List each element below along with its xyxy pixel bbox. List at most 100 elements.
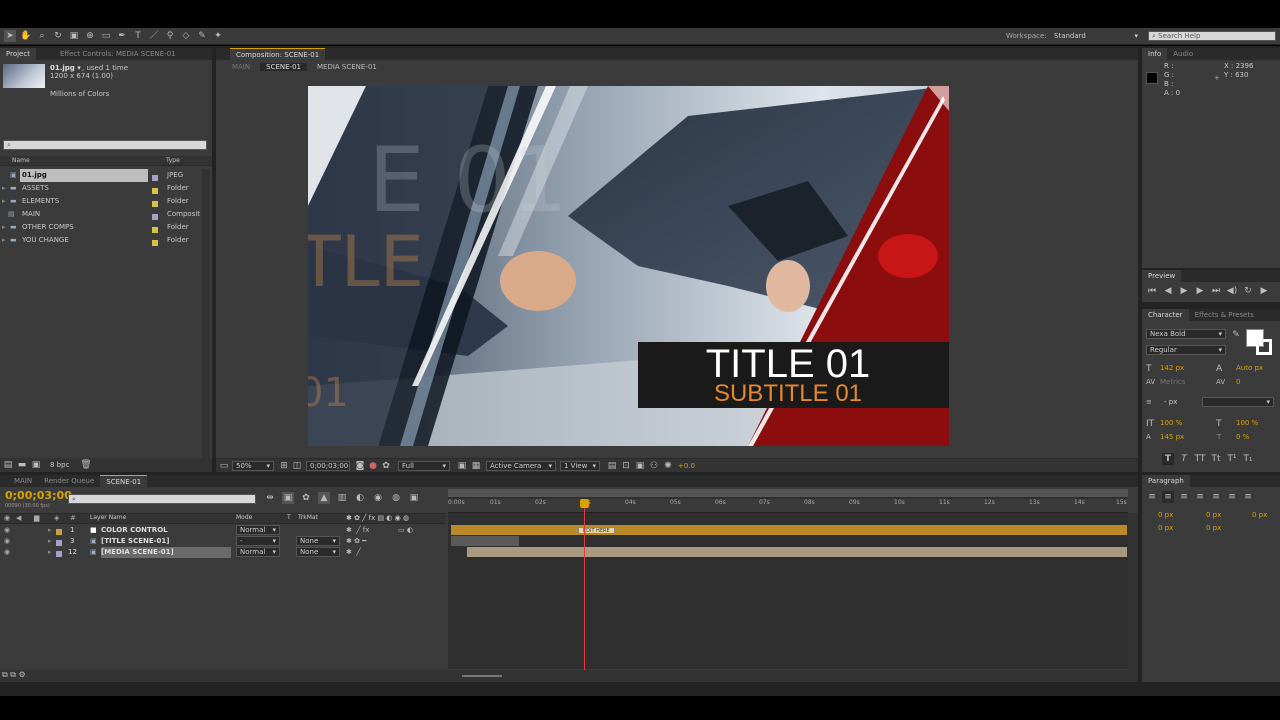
- layer-switches[interactable]: ✱ ╱: [346, 547, 361, 558]
- align-left-icon[interactable]: ≡: [1146, 491, 1158, 503]
- pixel-aspect-icon[interactable]: ▤: [606, 460, 618, 472]
- col-type[interactable]: Type: [166, 157, 180, 164]
- leading-value[interactable]: Auto px: [1236, 364, 1263, 372]
- hand-tool-icon[interactable]: ✋: [20, 30, 32, 42]
- rectangle-tool-icon[interactable]: ▭: [100, 30, 112, 42]
- indent-right-value[interactable]: 0 px: [1206, 511, 1221, 519]
- selection-tool-icon[interactable]: ➤: [4, 30, 16, 42]
- eye-icon[interactable]: ◉: [4, 547, 10, 558]
- kerning-value[interactable]: Metrics: [1160, 378, 1185, 386]
- zoom-tool-icon[interactable]: ⌕: [36, 30, 48, 42]
- expand-arrow-icon[interactable]: ▸: [2, 182, 6, 195]
- faux-italic-icon[interactable]: T: [1178, 453, 1190, 465]
- justify-all-icon[interactable]: ≡: [1242, 491, 1254, 503]
- region-interest-icon[interactable]: ▣: [456, 460, 468, 472]
- tab-render-queue[interactable]: Render Queue: [38, 475, 100, 487]
- show-snapshot-icon[interactable]: ●: [367, 460, 379, 472]
- frame-blending-icon[interactable]: ▥: [336, 492, 348, 504]
- font-style-select[interactable]: Regular ▾: [1146, 345, 1226, 355]
- adjustment-icon[interactable]: ▭ ◐: [398, 525, 413, 536]
- hide-shy-icon[interactable]: ▲: [318, 492, 330, 504]
- zoom-slider[interactable]: [462, 675, 502, 677]
- col-mode[interactable]: Mode: [236, 514, 252, 521]
- time-ruler[interactable]: 0:00s 01s 02s 03s 04s 05s 06s 07s 08s 09…: [448, 499, 1128, 513]
- list-item[interactable]: ▸ ▬ OTHER COMPS Folder: [0, 221, 212, 234]
- tab-main[interactable]: MAIN: [0, 475, 38, 487]
- search-help-input[interactable]: ⌕ Search Help: [1148, 31, 1276, 41]
- tab-info[interactable]: Info: [1142, 48, 1168, 60]
- pan-behind-icon[interactable]: ⊕: [84, 30, 96, 42]
- eye-icon[interactable]: ◉: [4, 536, 10, 547]
- align-right-icon[interactable]: ≡: [1178, 491, 1190, 503]
- crumb-media[interactable]: MEDIA SCENE-01: [317, 63, 377, 71]
- space-before-value[interactable]: 0 px: [1158, 524, 1173, 532]
- indent-first-value[interactable]: 0 px: [1252, 511, 1267, 519]
- motion-blur-icon[interactable]: ◐: [354, 492, 366, 504]
- horizontal-scale-value[interactable]: 100 %: [1236, 419, 1258, 427]
- list-item[interactable]: ▸ ▬ ASSETS Folder: [0, 182, 212, 195]
- draft-3d-icon[interactable]: ✿: [300, 492, 312, 504]
- layer-row[interactable]: ◉ ▸ 12 ▣ [MEDIA SCENE-01] Normal ▾ None ▾ …: [0, 547, 446, 558]
- tsume-value[interactable]: 0 %: [1236, 433, 1249, 441]
- rotate-tool-icon[interactable]: ↻: [52, 30, 64, 42]
- clone-stamp-icon[interactable]: ⚲: [164, 30, 176, 42]
- subscript-icon[interactable]: T₁: [1242, 453, 1254, 465]
- comp-viewer[interactable]: E 01 TLE 01 TITLE 01 SUBTITLE 01: [308, 86, 949, 446]
- tab-character[interactable]: Character: [1142, 309, 1189, 321]
- camera-tool-icon[interactable]: ▣: [68, 30, 80, 42]
- always-preview-icon[interactable]: ▭: [218, 460, 230, 472]
- audio-icon[interactable]: ◀: [16, 514, 21, 522]
- stroke-fill-select[interactable]: ▾: [1202, 397, 1274, 407]
- trkmat-select[interactable]: None ▾: [296, 547, 340, 557]
- list-item[interactable]: ▣ 01.jpg JPEG: [0, 169, 212, 182]
- list-item[interactable]: ▸ ▬ ELEMENTS Folder: [0, 195, 212, 208]
- tab-composition[interactable]: Composition: SCENE-01: [230, 48, 326, 60]
- type-tool-icon[interactable]: T: [132, 30, 144, 42]
- last-frame-icon[interactable]: ⏭: [1210, 285, 1222, 297]
- indent-left-value[interactable]: 0 px: [1158, 511, 1173, 519]
- expand-arrow-icon[interactable]: ▸: [48, 536, 52, 547]
- crumb-main[interactable]: MAIN: [232, 63, 250, 71]
- tab-effect-controls[interactable]: Effect Controls: MEDIA SCENE-01: [36, 48, 182, 60]
- col-layer-name[interactable]: Layer Name: [90, 514, 126, 521]
- timeline-scrollbar[interactable]: [1128, 513, 1138, 673]
- mode-select[interactable]: - ▾: [236, 536, 280, 546]
- tab-audio[interactable]: Audio: [1167, 48, 1199, 60]
- work-area-bar[interactable]: [448, 489, 1128, 497]
- file-name[interactable]: 01.jpg ▾: [50, 64, 81, 72]
- eye-icon[interactable]: ◉: [4, 525, 10, 536]
- expand-arrow-icon[interactable]: ▸: [2, 221, 6, 234]
- align-center-icon[interactable]: ≡: [1162, 491, 1174, 503]
- lock-icon[interactable]: ▆: [34, 514, 39, 522]
- expand-arrow-icon[interactable]: ▸: [48, 547, 52, 558]
- tab-paragraph[interactable]: Paragraph: [1142, 475, 1190, 487]
- prev-frame-icon[interactable]: ◀: [1162, 285, 1174, 297]
- expand-arrow-icon[interactable]: ▸: [2, 234, 6, 247]
- exposure-value[interactable]: +0.0: [678, 462, 695, 470]
- eraser-tool-icon[interactable]: ◇: [180, 30, 192, 42]
- timeline-timecode[interactable]: 0;00;03;00: [5, 489, 72, 502]
- fast-preview-icon[interactable]: ⊡: [620, 460, 632, 472]
- loop-icon[interactable]: ↻: [1242, 285, 1254, 297]
- next-frame-icon[interactable]: ▶: [1194, 285, 1206, 297]
- view-layout-select[interactable]: 1 View ▾: [560, 461, 600, 471]
- mask-visibility-icon[interactable]: ◫: [291, 460, 303, 472]
- layer-switches[interactable]: ✱ ╱ fx: [346, 525, 369, 536]
- mode-select[interactable]: Normal ▾: [236, 525, 280, 535]
- trkmat-select[interactable]: None ▾: [296, 536, 340, 546]
- tab-scene[interactable]: SCENE-01: [100, 475, 148, 487]
- resolution-select[interactable]: Full ▾: [398, 461, 450, 471]
- all-caps-icon[interactable]: TT: [1194, 453, 1206, 465]
- track-bar-layer-12[interactable]: [467, 547, 1127, 557]
- vertical-scale-value[interactable]: 100 %: [1160, 419, 1182, 427]
- play-icon[interactable]: ▶: [1178, 285, 1190, 297]
- puppet-tool-icon[interactable]: ✦: [212, 30, 224, 42]
- exposure-icon[interactable]: ✺: [662, 460, 674, 472]
- interpret-footage-icon[interactable]: ▤: [2, 459, 14, 471]
- live-update-icon[interactable]: ▣: [282, 492, 294, 504]
- tracking-value[interactable]: 0: [1236, 378, 1240, 386]
- font-size-value[interactable]: 142 px: [1160, 364, 1184, 372]
- list-item[interactable]: ▤ MAIN Composit: [0, 208, 212, 221]
- ram-preview-icon[interactable]: ▶: [1258, 285, 1270, 297]
- timeline-search-input[interactable]: ⌕: [68, 494, 256, 504]
